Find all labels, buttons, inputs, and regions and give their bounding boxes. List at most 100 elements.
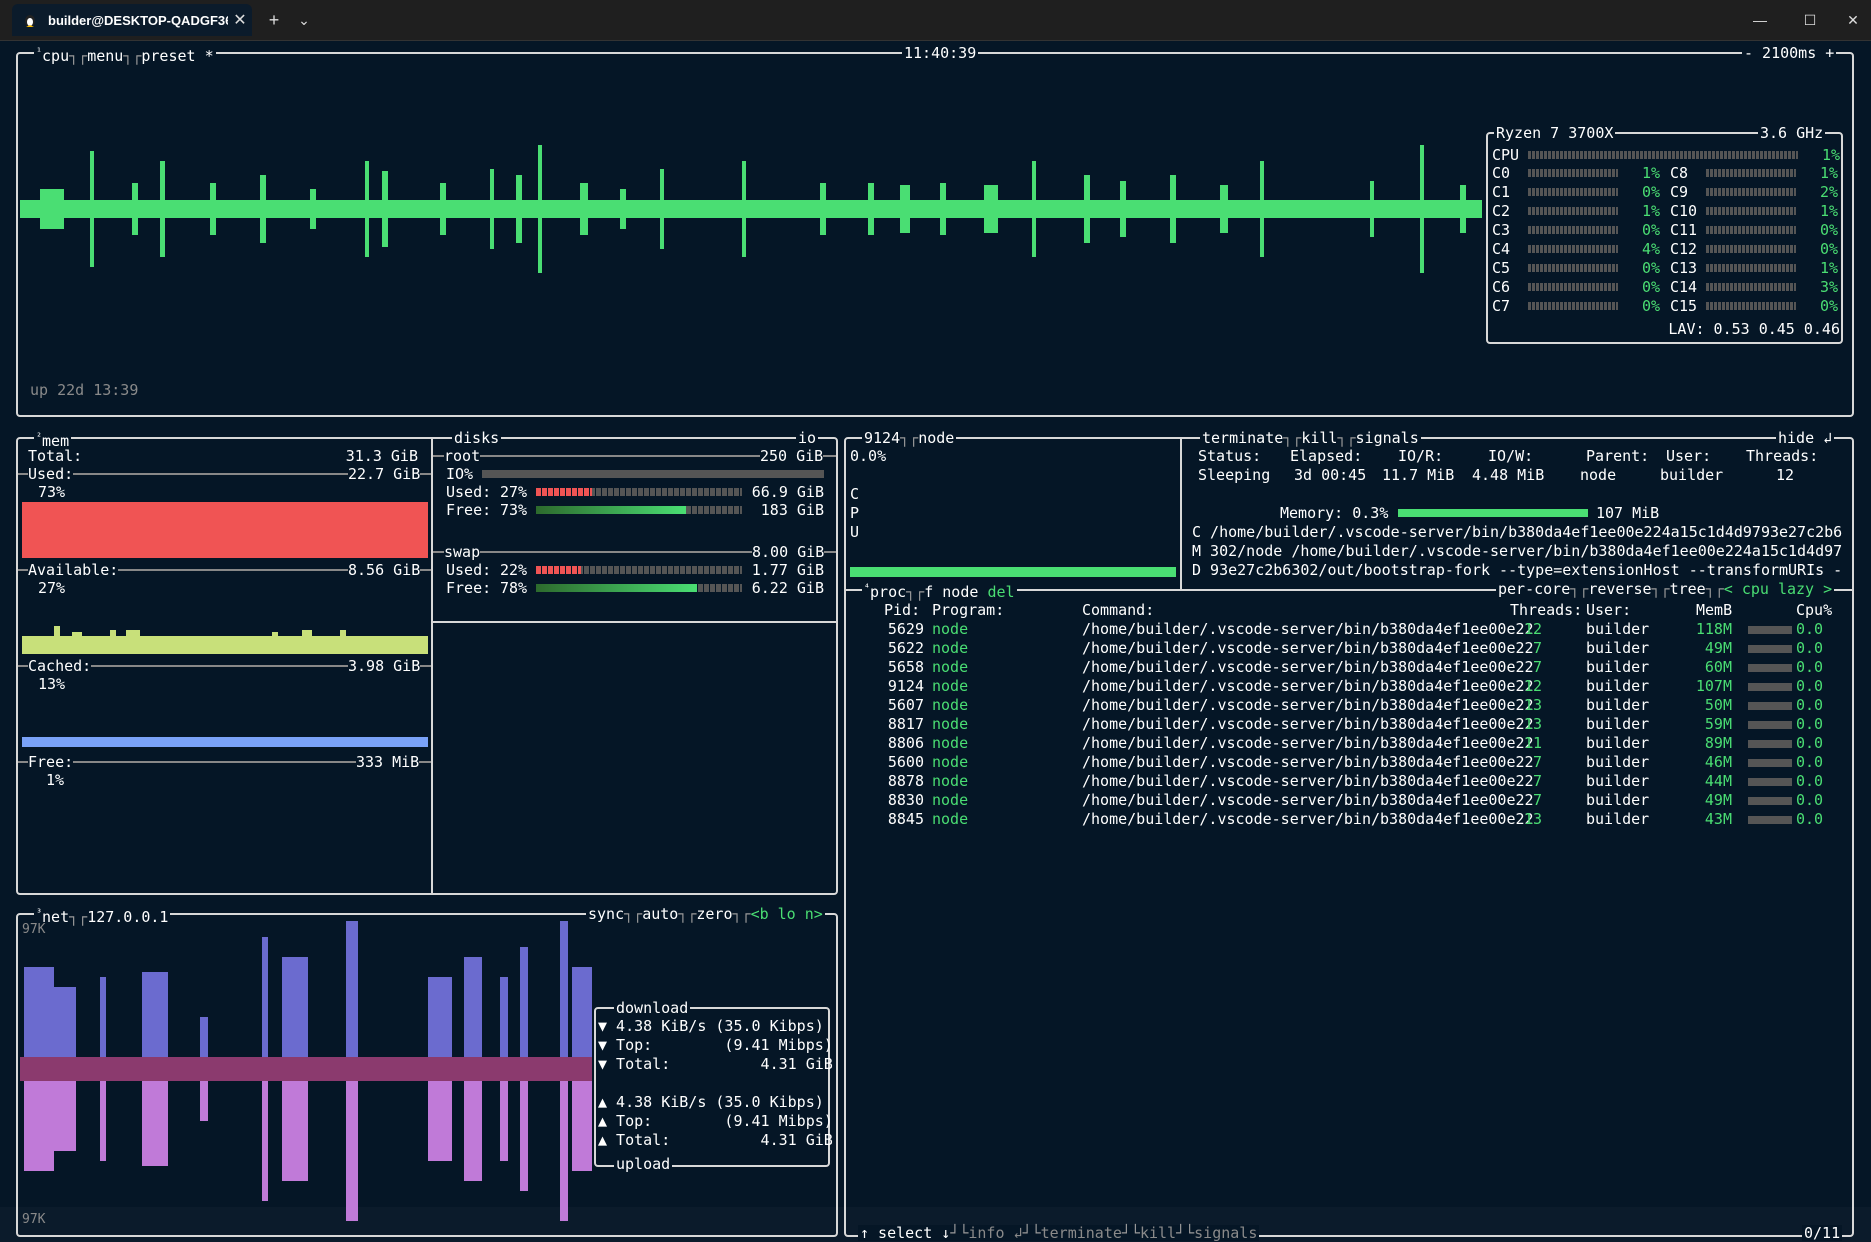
proc-cell-cmd: /home/builder/.vscode-server/bin/b380da4… (1082, 772, 1534, 790)
proc-cell-prog: node (932, 753, 969, 771)
proc-mem-bar (1748, 797, 1792, 805)
maximize-button[interactable]: ☐ (1790, 6, 1830, 34)
proc-count: 0/11 (1802, 1224, 1843, 1242)
core-label: C15 (1670, 297, 1698, 315)
mem-available-graph (22, 626, 428, 654)
proc-tab[interactable]: proc (870, 583, 906, 601)
detail-name: node (918, 429, 955, 447)
hide-button[interactable]: hide ↲ (1776, 430, 1835, 446)
process-row[interactable]: 5629 node/home/builder/.vscode-server/bin… (846, 620, 1852, 639)
process-row[interactable]: 8806 node/home/builder/.vscode-server/bin… (846, 734, 1852, 753)
core-label: C4 (1492, 240, 1511, 258)
footer-signals-button[interactable]: signals (1194, 1224, 1257, 1242)
footer-kill-button[interactable]: kill (1140, 1224, 1176, 1242)
select-control[interactable]: ↑ select ↓ (860, 1224, 950, 1242)
new-tab-button[interactable]: + (262, 6, 286, 34)
proc-cell-thr: 11 (1523, 734, 1542, 752)
net-upload-column (572, 1081, 592, 1171)
kill-button[interactable]: kill (1301, 429, 1337, 447)
net-zero[interactable]: zero (696, 905, 732, 923)
cpu-graph-spike (1120, 181, 1126, 237)
terminal-tab[interactable]: builder@DESKTOP-QADGF36: ✕ (12, 4, 252, 36)
col-cpu[interactable]: Cpu% (1796, 601, 1832, 619)
cpu-graph-spike (1032, 161, 1036, 257)
process-row[interactable]: 9124 node/home/builder/.vscode-server/bin… (846, 677, 1852, 696)
process-row[interactable]: 5600 node/home/builder/.vscode-server/bin… (846, 753, 1852, 772)
proc-filter-value[interactable]: node (942, 583, 978, 601)
minimize-button[interactable]: — (1740, 6, 1780, 34)
reverse-toggle[interactable]: reverse (1588, 580, 1651, 598)
cpu-graph-spike (940, 183, 946, 235)
mem-cached-label: Cached: (28, 657, 92, 675)
net-download-column (464, 957, 482, 1057)
detail-elapsed-header: Elapsed: (1290, 447, 1363, 465)
core-value: 0% (1641, 221, 1660, 239)
process-row[interactable]: 5607 node/home/builder/.vscode-server/bin… (846, 696, 1852, 715)
proc-filter-del[interactable]: del (987, 583, 1014, 601)
detail-cmd-line-3: D 93e27c2b6302/out/bootstrap-fork --type… (1192, 561, 1843, 579)
disk-swap-size: 8.00 GiB (752, 543, 825, 561)
proc-cell-prog: node (932, 658, 969, 676)
net-iface-nav[interactable]: <b lo n> (751, 905, 823, 923)
proc-mem-bar (1748, 702, 1792, 710)
close-window-button[interactable]: ✕ (1838, 6, 1868, 34)
proc-cell-user: builder (1586, 772, 1650, 790)
process-row[interactable]: 8830 node/home/builder/.vscode-server/bin… (846, 791, 1852, 810)
core-label: C14 (1670, 278, 1698, 296)
tree-toggle[interactable]: tree (1670, 580, 1706, 598)
core-usage-bar (1528, 169, 1618, 177)
proc-cell-cpu: 0.0 (1796, 753, 1824, 771)
terminate-button[interactable]: terminate (1202, 429, 1283, 447)
col-user[interactable]: User: (1586, 601, 1631, 619)
cpu-graph-spike (160, 161, 165, 257)
disks-title[interactable]: disks (452, 430, 502, 446)
info-button[interactable]: info ↲ (968, 1224, 1022, 1242)
proc-filter-key[interactable]: f (924, 583, 933, 601)
signals-button[interactable]: signals (1356, 429, 1419, 447)
process-row[interactable]: 8845 node/home/builder/.vscode-server/bin… (846, 810, 1852, 829)
proc-cell-cmd: /home/builder/.vscode-server/bin/b380da4… (1082, 696, 1534, 714)
update-rate[interactable]: - 2100ms + (1742, 45, 1837, 61)
process-row[interactable]: 8817 node/home/builder/.vscode-server/bin… (846, 715, 1852, 734)
menu-tab[interactable]: menu (87, 47, 123, 65)
mem-available-label: Available: (28, 561, 119, 579)
disk-root-used-pct: 27% (500, 483, 528, 501)
net-upload-column (560, 1081, 568, 1221)
cpu-graph-spike (210, 183, 216, 235)
proc-cell-pid: 8878 (887, 772, 924, 790)
swap-used-label: Used: (446, 561, 492, 579)
cpu-tab[interactable]: cpu (42, 47, 69, 65)
col-threads[interactable]: Threads: (1510, 601, 1582, 619)
cpu-graph-spike (260, 175, 266, 243)
proc-cell-cmd: /home/builder/.vscode-server/bin/b380da4… (1082, 677, 1534, 695)
proc-cell-prog: node (932, 734, 969, 752)
tab-close-icon[interactable]: ✕ (228, 10, 252, 30)
proc-cell-prog: node (932, 677, 969, 695)
col-mem[interactable]: MemB (1696, 601, 1732, 619)
tab-dropdown-button[interactable]: ⌄ (292, 6, 316, 34)
proc-cell-thr: 12 (1523, 677, 1542, 695)
net-sync[interactable]: sync (588, 905, 624, 923)
process-row[interactable]: 8878 node/home/builder/.vscode-server/bin… (846, 772, 1852, 791)
sort-selector[interactable]: < cpu lazy > (1724, 580, 1832, 598)
per-core-toggle[interactable]: per-core (1498, 580, 1570, 598)
disks-io-toggle[interactable]: io (796, 430, 819, 446)
col-command[interactable]: Command: (1082, 601, 1154, 619)
mem-used-value: 22.7 GiB (348, 465, 421, 483)
proc-cell-cmd: /home/builder/.vscode-server/bin/b380da4… (1082, 753, 1534, 771)
col-program[interactable]: Program: (932, 601, 1004, 619)
core-label: C7 (1492, 297, 1511, 315)
col-pid[interactable]: Pid: (884, 601, 920, 619)
net-auto[interactable]: auto (642, 905, 678, 923)
net-download-column (428, 977, 452, 1057)
proc-table-header: Pid: Program: Command: Threads: User: Me… (846, 601, 1852, 620)
net-stats-panel: download ▼ 4.38 KiB/s (35.0 Kibps) ▼ Top… (594, 1000, 833, 1172)
proc-cell-prog: node (932, 715, 969, 733)
preset-tab[interactable]: preset * (141, 47, 213, 65)
detail-threads-header: Threads: (1746, 447, 1819, 465)
uptime: up 22d 13:39 (30, 381, 139, 399)
proc-cell-thr: 7 (1532, 639, 1542, 657)
process-row[interactable]: 5622 node/home/builder/.vscode-server/bin… (846, 639, 1852, 658)
process-row[interactable]: 5658 node/home/builder/.vscode-server/bin… (846, 658, 1852, 677)
footer-terminate-button[interactable]: terminate (1041, 1224, 1122, 1242)
